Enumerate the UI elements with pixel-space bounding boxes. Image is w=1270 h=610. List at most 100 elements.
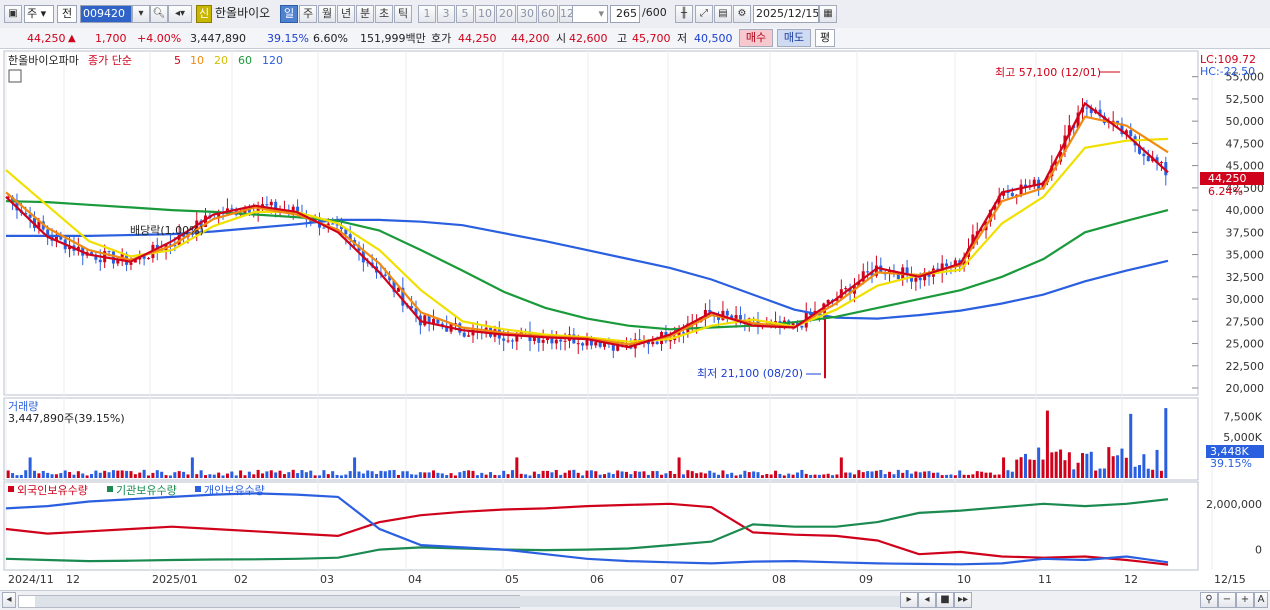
volume-bar xyxy=(901,472,905,478)
x-axis-label: 2025/01 xyxy=(152,573,198,586)
x-axis-label: 09 xyxy=(859,573,873,586)
volume-bar xyxy=(1032,459,1036,478)
gear-icon[interactable]: ⚙ xyxy=(733,5,751,23)
zoom-icon[interactable]: ⚲ xyxy=(1200,592,1218,608)
volume-bar xyxy=(567,470,571,478)
quote-bar: 44,250 ▲ 1,700 +4.00% 3,447,890 39.15% 6… xyxy=(0,28,1270,49)
volume-bar xyxy=(1159,470,1163,478)
volume-bar xyxy=(984,472,988,478)
volume-bar xyxy=(594,471,598,478)
chart-scrollbar[interactable]: ◂ ▸ ◂ ■ ▸▸ ⚲ − + A xyxy=(0,590,1270,610)
volume-bar xyxy=(813,474,817,478)
period-button-6[interactable]: 틱 xyxy=(394,5,412,23)
interval-button-2[interactable]: 5 xyxy=(456,5,474,23)
volume-bar xyxy=(1076,462,1080,478)
volume-bar xyxy=(633,471,637,478)
volume-bar xyxy=(423,472,427,478)
interval-custom-select[interactable]: ▾ xyxy=(572,5,608,23)
volume-bar xyxy=(730,472,734,478)
interval-button-6[interactable]: 60 xyxy=(538,5,558,23)
next-icon[interactable]: ▸▸ xyxy=(954,592,972,608)
volume-bar xyxy=(686,470,690,478)
volume-bar xyxy=(1015,459,1019,478)
volume-bar xyxy=(357,471,361,478)
code-dropdown-icon[interactable]: ▾ xyxy=(132,5,150,23)
volume-bar xyxy=(111,470,115,478)
minus-icon[interactable]: − xyxy=(1218,592,1236,608)
save-icon[interactable]: ▤ xyxy=(714,5,732,23)
volume-bar xyxy=(1054,451,1058,478)
period-button-4[interactable]: 분 xyxy=(356,5,374,23)
candle-body xyxy=(576,343,580,345)
interval-button-3[interactable]: 10 xyxy=(475,5,495,23)
play-icon[interactable]: ▸ xyxy=(900,592,918,608)
plus-icon[interactable]: + xyxy=(1236,592,1254,608)
scroll-thumb[interactable] xyxy=(35,596,915,607)
volume-bar xyxy=(1137,465,1141,478)
sound-icon[interactable]: ◂▾ xyxy=(168,5,192,23)
candle-body xyxy=(265,204,269,206)
volume-bar xyxy=(1124,457,1128,478)
scroll-left-icon[interactable]: ◂ xyxy=(2,592,16,608)
volume-bar xyxy=(217,472,221,478)
period-button-1[interactable]: 주 xyxy=(299,5,317,23)
ask-price: 44,250 xyxy=(458,32,497,45)
period-button-3[interactable]: 년 xyxy=(337,5,355,23)
period-button-5[interactable]: 초 xyxy=(375,5,393,23)
hc-label: HC:-22.50 xyxy=(1200,65,1255,78)
interval-button-0[interactable]: 1 xyxy=(418,5,436,23)
prev-icon[interactable]: ◂ xyxy=(918,592,936,608)
period-select[interactable]: 전 xyxy=(57,5,77,23)
volume-bar xyxy=(861,472,865,478)
volume-bar xyxy=(208,474,212,478)
market-select[interactable]: 주 ▾ xyxy=(24,5,54,23)
volume-bar xyxy=(147,475,151,478)
volume-bar xyxy=(116,470,120,478)
search-icon[interactable]: 🔍︎ xyxy=(150,5,168,23)
open-label: 시 xyxy=(556,32,567,45)
grid-toggle-icon[interactable] xyxy=(8,69,22,83)
x-axis-label: 02 xyxy=(234,573,248,586)
chevron-down-icon: ▾ xyxy=(40,7,47,20)
candle-body xyxy=(541,340,545,343)
candle-body xyxy=(563,340,567,342)
ma-period-20: 20 xyxy=(214,54,228,67)
candle-type-icon[interactable]: ╫ xyxy=(675,5,693,23)
volume-bar xyxy=(747,472,751,478)
window-menu-icon[interactable]: ▣ xyxy=(4,5,22,23)
x-axis-label: 06 xyxy=(590,573,604,586)
volume-bar xyxy=(484,474,488,478)
volume-bar xyxy=(291,469,295,478)
candle-body xyxy=(383,274,387,276)
sell-button[interactable]: 매도 xyxy=(777,29,811,47)
auto-scale-icon[interactable]: A xyxy=(1254,592,1268,608)
chart-area[interactable]: 55,000 52,500 50,000 47,500 45,000 42,500 40,0… xyxy=(0,48,1270,610)
calendar-icon[interactable]: ▦ xyxy=(819,5,837,23)
open-price: 42,600 xyxy=(569,32,608,45)
eval-button[interactable]: 평 xyxy=(815,29,835,47)
period-button-2[interactable]: 월 xyxy=(318,5,336,23)
interval-button-1[interactable]: 3 xyxy=(437,5,455,23)
volume-bar xyxy=(756,472,760,478)
stop-icon[interactable]: ■ xyxy=(936,592,954,608)
interval-button-4[interactable]: 20 xyxy=(496,5,516,23)
legend-label-1: 기관보유수량 xyxy=(116,484,177,497)
volume-bar xyxy=(515,457,519,478)
candle-body xyxy=(269,201,273,206)
interval-button-5[interactable]: 30 xyxy=(517,5,537,23)
draw-tool-icon[interactable]: ⤢ xyxy=(695,5,713,23)
scroll-track[interactable] xyxy=(18,595,915,608)
buy-button[interactable]: 매수 xyxy=(739,29,773,47)
count-input[interactable]: 265 xyxy=(610,5,640,23)
period-button-0[interactable]: 일 xyxy=(280,5,298,23)
holder-tick-label: 0 xyxy=(1255,544,1262,557)
volume-bar xyxy=(318,475,322,478)
stock-code-input[interactable]: 009420 xyxy=(80,5,132,23)
candle-body xyxy=(322,227,326,229)
date-input[interactable]: 2025/12/15 xyxy=(753,5,819,23)
volume-bar xyxy=(388,470,392,478)
volume-bar xyxy=(624,471,628,478)
volume-bar xyxy=(1023,453,1027,478)
volume-bar xyxy=(879,469,883,478)
volume-bar xyxy=(966,474,970,478)
